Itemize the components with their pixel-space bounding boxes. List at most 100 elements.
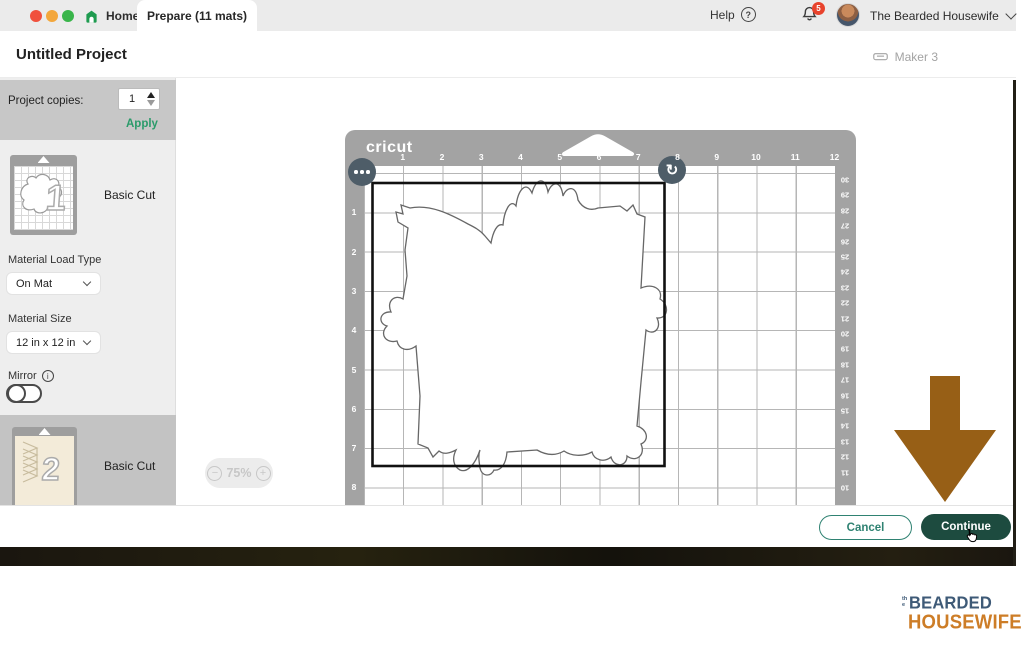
mirror-toggle-knob xyxy=(7,384,26,403)
notification-badge: 5 xyxy=(812,2,825,15)
notifications-button[interactable]: 5 xyxy=(800,5,824,27)
ruler-tick: 15 xyxy=(841,407,849,416)
watermark-logo: the BEARDED HOUSEWIFE xyxy=(902,594,1020,633)
zoom-in-icon[interactable]: + xyxy=(256,466,271,481)
cancel-label: Cancel xyxy=(847,522,885,534)
sidebar: Project copies: 1 Apply 1 xyxy=(0,78,176,505)
ruler-tick: 17 xyxy=(841,376,849,385)
zoom-out-icon[interactable]: − xyxy=(207,466,222,481)
mat-thumbnail-1: 1 xyxy=(10,155,77,235)
tab-prepare-label: Prepare (11 mats) xyxy=(147,9,247,23)
cricut-logo: cricut xyxy=(366,139,413,157)
action-bar: Cancel Continue xyxy=(0,505,1016,547)
mat-grid xyxy=(364,166,835,505)
spinner-down-button[interactable] xyxy=(147,100,155,106)
mat-list-item-2[interactable]: 2 Basic Cut xyxy=(0,415,176,505)
ruler-tick: 8 xyxy=(675,152,680,162)
ruler-tick: 5 xyxy=(557,152,562,162)
ruler-tick: 13 xyxy=(841,437,849,446)
material-size-select[interactable]: 12 in x 12 in xyxy=(6,331,101,354)
ruler-tick: 10 xyxy=(751,152,760,162)
material-load-type-value: On Mat xyxy=(16,278,52,290)
ruler-tick: 12 xyxy=(830,152,839,162)
mat-list-item-1[interactable]: 1 Basic Cut xyxy=(0,140,176,254)
ruler-tick: 25 xyxy=(841,253,849,262)
ruler-tick: 2 xyxy=(352,247,357,257)
mirror-toggle[interactable] xyxy=(6,384,42,403)
chevron-down-icon xyxy=(1005,8,1016,19)
ruler-tick: 4 xyxy=(518,152,523,162)
ruler-tick: 26 xyxy=(841,237,849,246)
tab-prepare[interactable]: Prepare (11 mats) xyxy=(137,0,257,31)
ruler-tick: 14 xyxy=(841,422,849,431)
project-header: Untitled Project Maker 3 xyxy=(0,31,1016,78)
ruler-tick: 28 xyxy=(841,206,849,215)
mat-type-label: Basic Cut xyxy=(104,188,155,202)
account-menu[interactable]: The Bearded Housewife xyxy=(870,9,1015,23)
material-load-type-label: Material Load Type xyxy=(8,254,101,266)
ruler-tick: 1 xyxy=(400,152,405,162)
ruler-tick: 19 xyxy=(841,345,849,354)
mat-rotate-button[interactable]: ↻ xyxy=(658,156,686,184)
info-icon[interactable]: i xyxy=(42,370,54,382)
material-load-type-select[interactable]: On Mat xyxy=(6,272,101,295)
ruler-tick: 29 xyxy=(841,191,849,200)
mat-options-button[interactable] xyxy=(348,158,376,186)
home-label: Home xyxy=(106,9,139,23)
mat-number: 2 xyxy=(41,451,61,488)
ruler-tick: 18 xyxy=(841,360,849,369)
ruler-tick: 5 xyxy=(352,365,357,375)
ruler-tick: 30 xyxy=(841,176,849,185)
mat-thumb-notch xyxy=(38,156,50,163)
avatar xyxy=(836,3,860,27)
spinner-up-button[interactable] xyxy=(147,92,155,98)
machine-icon xyxy=(872,48,889,65)
material-size-value: 12 in x 12 in xyxy=(16,337,75,349)
ruler-tick: 23 xyxy=(841,283,849,292)
ruler-tick: 7 xyxy=(352,443,357,453)
cut-shape[interactable] xyxy=(380,181,666,475)
window-edge xyxy=(1013,80,1016,566)
project-copies-panel: Project copies: 1 Apply xyxy=(0,80,176,140)
tab-bar: Home Prepare (11 mats) Help ? 5 The Bear… xyxy=(0,0,1016,31)
watermark-the: the xyxy=(902,597,909,609)
mat-thumb-notch xyxy=(39,428,51,435)
ruler-tick: 3 xyxy=(479,152,484,162)
account-name: The Bearded Housewife xyxy=(870,9,999,23)
cursor-pointer-icon xyxy=(962,526,980,546)
ruler-tick: 2 xyxy=(440,152,445,162)
letterbox-band xyxy=(0,547,1016,566)
zoom-level: 75% xyxy=(226,466,251,480)
ruler-tick: 1 xyxy=(352,207,357,217)
screenshot-stage: Home Prepare (11 mats) Help ? 5 The Bear… xyxy=(0,0,1024,651)
machine-indicator: Maker 3 xyxy=(872,48,938,65)
ruler-tick: 11 xyxy=(791,152,800,162)
mat-preview: cricut ↻ 123456789101112 12345678 302928… xyxy=(345,130,856,505)
chevron-down-icon xyxy=(83,336,91,344)
help-question-icon: ? xyxy=(741,7,756,22)
ruler-tick: 20 xyxy=(841,330,849,339)
ruler-tick: 7 xyxy=(636,152,641,162)
watermark-housewife: HOUSEWIFE xyxy=(908,610,1022,634)
apply-button[interactable]: Apply xyxy=(126,118,158,130)
page-title: Untitled Project xyxy=(16,46,127,63)
ruler-tick: 4 xyxy=(352,325,357,335)
traffic-light-close[interactable] xyxy=(30,10,42,22)
zoom-control: − 75% + xyxy=(205,458,273,488)
project-copies-value: 1 xyxy=(129,93,135,105)
traffic-light-minimize[interactable] xyxy=(46,10,58,22)
help-label: Help xyxy=(710,8,735,22)
cancel-button[interactable]: Cancel xyxy=(819,515,912,540)
home-icon xyxy=(84,9,99,24)
ruler-tick: 9 xyxy=(714,152,719,162)
ruler-tick: 12 xyxy=(841,453,849,462)
help-button[interactable]: Help ? xyxy=(710,7,756,22)
machine-name: Maker 3 xyxy=(895,50,938,64)
chevron-down-icon xyxy=(83,277,91,285)
mat-number: 1 xyxy=(45,177,68,219)
ruler-tick: 6 xyxy=(352,404,357,414)
home-button[interactable]: Home xyxy=(84,5,139,27)
traffic-light-zoom[interactable] xyxy=(62,10,74,22)
project-copies-input[interactable]: 1 xyxy=(118,88,160,110)
ruler-tick: 22 xyxy=(841,299,849,308)
